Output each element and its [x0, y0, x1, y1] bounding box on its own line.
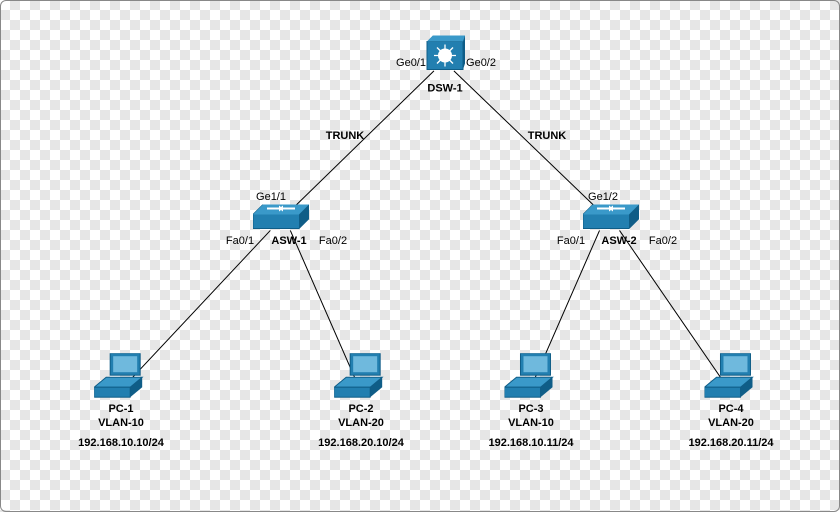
pc2-name: PC-2 [348, 403, 373, 415]
asw1-port-fa01: Fa0/1 [226, 235, 254, 247]
pc1-ip: 192.168.10.10/24 [78, 437, 164, 449]
pc-icon [334, 353, 388, 399]
pc3-vlan: VLAN-10 [508, 418, 554, 430]
pc4-ip: 192.168.20.11/24 [688, 437, 773, 449]
trunk-right-label: TRUNK [528, 130, 567, 142]
asw1-port-fa02: Fa0/2 [319, 235, 347, 247]
dsw1-port-ge02: Ge0/2 [466, 57, 496, 69]
asw1-label: ASW-1 [271, 235, 306, 247]
switch-icon [253, 205, 309, 231]
pc3-ip: 192.168.10.11/24 [488, 437, 573, 449]
pc4-name: PC-4 [718, 403, 743, 415]
pc1-vlan: VLAN-10 [98, 418, 144, 430]
pc-icon [504, 353, 558, 399]
diagram-canvas: DSW-1 Ge0/1 Ge0/2 TRUNK TRUNK Ge1/1 Fa0/… [0, 0, 840, 512]
multilayer-switch-icon [425, 36, 465, 76]
node-asw2 [583, 205, 639, 234]
node-asw1 [253, 205, 309, 234]
node-pc3: PC-3 VLAN-10 192.168.10.11/24 [488, 353, 573, 449]
node-pc4: PC-4 VLAN-20 192.168.20.11/24 [688, 353, 773, 449]
switch-icon [583, 205, 639, 231]
pc-icon [94, 353, 148, 399]
pc2-vlan: VLAN-20 [338, 418, 384, 430]
asw1-port-ge11: Ge1/1 [256, 191, 286, 203]
node-pc2: PC-2 VLAN-20 192.168.20.10/24 [318, 353, 404, 449]
pc2-ip: 192.168.20.10/24 [318, 437, 404, 449]
pc3-name: PC-3 [518, 403, 543, 415]
node-dsw1: DSW-1 [425, 36, 465, 95]
dsw1-label: DSW-1 [425, 83, 465, 95]
trunk-left-label: TRUNK [326, 130, 365, 142]
dsw1-port-ge01: Ge0/1 [396, 57, 426, 69]
node-pc1: PC-1 VLAN-10 192.168.10.10/24 [78, 353, 164, 449]
asw2-port-ge12: Ge1/2 [588, 191, 618, 203]
pc-icon [704, 353, 758, 399]
asw2-label: ASW-2 [601, 235, 636, 247]
asw2-port-fa02: Fa0/2 [649, 235, 677, 247]
pc1-name: PC-1 [108, 403, 133, 415]
asw2-port-fa01: Fa0/1 [557, 235, 585, 247]
pc4-vlan: VLAN-20 [708, 418, 754, 430]
